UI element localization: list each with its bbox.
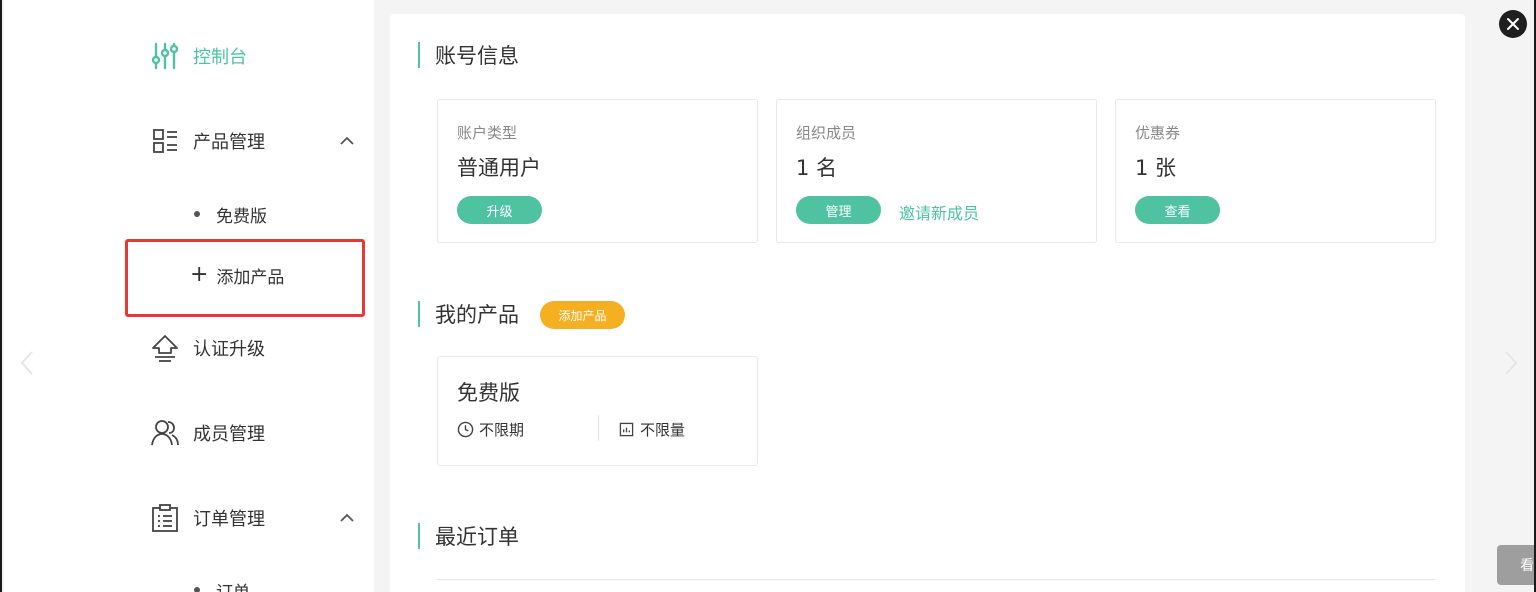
modal-frame: 控制台 产品管理 免费版 + 添加产品 认证升级 成员管理 订单管理 账号信息 … xyxy=(0,0,1536,592)
close-button[interactable] xyxy=(1499,10,1527,38)
floating-view-button[interactable]: 看 xyxy=(1497,545,1534,585)
clock-icon xyxy=(457,421,474,437)
upgrade-arrow-icon xyxy=(149,332,181,364)
add-product-badge[interactable]: 添加产品 xyxy=(540,301,625,329)
highlight-box xyxy=(125,239,365,317)
sidebar-subitem-orders[interactable]: 订单 xyxy=(194,575,250,592)
sliders-icon xyxy=(149,40,181,72)
sidebar-subitem-free-edition[interactable]: 免费版 xyxy=(194,199,267,229)
card-value: 普通用户 xyxy=(457,156,541,180)
product-name: 免费版 xyxy=(457,381,520,405)
sidebar-item-label: 成员管理 xyxy=(193,424,265,445)
account-type-card: 账户类型 普通用户 升级 xyxy=(437,99,758,243)
main-panel: 账号信息 账户类型 普通用户 升级 组织成员 1 名 管理 邀请新成员 优惠券 … xyxy=(390,14,1465,592)
section-title-products: 我的产品 xyxy=(418,299,519,329)
product-quota-text: 不限量 xyxy=(640,420,686,439)
view-button[interactable]: 查看 xyxy=(1135,196,1220,224)
sidebar-item-label: 认证升级 xyxy=(193,339,265,360)
card-value: 1 张 xyxy=(1135,156,1177,180)
manage-button[interactable]: 管理 xyxy=(796,196,881,224)
meta-divider xyxy=(598,415,599,441)
bullet-icon xyxy=(194,211,200,217)
sidebar: 控制台 产品管理 免费版 + 添加产品 认证升级 成员管理 订单管理 xyxy=(4,0,374,592)
sidebar-subitem-label: 免费版 xyxy=(216,206,267,227)
product-period-text: 不限期 xyxy=(479,420,525,439)
chevron-up-icon[interactable] xyxy=(337,508,357,528)
product-period: 不限期 xyxy=(457,419,524,439)
product-quota: 不限量 xyxy=(619,419,685,439)
close-icon xyxy=(1507,18,1519,30)
product-card[interactable]: 免费版 不限期 不限量 xyxy=(437,356,758,466)
card-label: 账户类型 xyxy=(457,124,518,142)
sidebar-item-product-mgmt[interactable]: 产品管理 xyxy=(149,123,359,159)
sidebar-subitem-label: 订单 xyxy=(216,578,250,592)
users-icon xyxy=(149,417,181,449)
bullet-icon xyxy=(194,587,200,592)
org-members-card: 组织成员 1 名 管理 邀请新成员 xyxy=(776,99,1097,243)
invite-member-link[interactable]: 邀请新成员 xyxy=(899,200,979,224)
prev-arrow-icon[interactable] xyxy=(20,350,34,376)
sidebar-item-label: 产品管理 xyxy=(193,132,265,153)
card-value: 1 名 xyxy=(796,156,838,180)
coupon-card: 优惠券 1 张 查看 xyxy=(1115,99,1436,243)
chevron-up-icon[interactable] xyxy=(337,131,357,151)
sidebar-item-member-mgmt[interactable]: 成员管理 xyxy=(149,415,265,451)
sidebar-item-cert-upgrade[interactable]: 认证升级 xyxy=(149,330,265,366)
next-arrow-icon[interactable] xyxy=(1504,350,1518,376)
sidebar-item-label: 控制台 xyxy=(193,47,247,68)
bar-chart-icon xyxy=(619,422,634,436)
sidebar-item-label: 订单管理 xyxy=(193,509,265,530)
sidebar-item-dashboard[interactable]: 控制台 xyxy=(149,38,247,74)
grid-list-icon xyxy=(149,125,181,157)
card-label: 组织成员 xyxy=(796,124,857,142)
clipboard-list-icon xyxy=(149,502,181,534)
section-title-account: 账号信息 xyxy=(418,40,519,70)
section-title-orders: 最近订单 xyxy=(418,521,519,551)
upgrade-button[interactable]: 升级 xyxy=(457,196,542,224)
orders-divider xyxy=(437,579,1435,580)
card-label: 优惠券 xyxy=(1135,124,1181,142)
sidebar-item-order-mgmt[interactable]: 订单管理 xyxy=(149,500,359,536)
